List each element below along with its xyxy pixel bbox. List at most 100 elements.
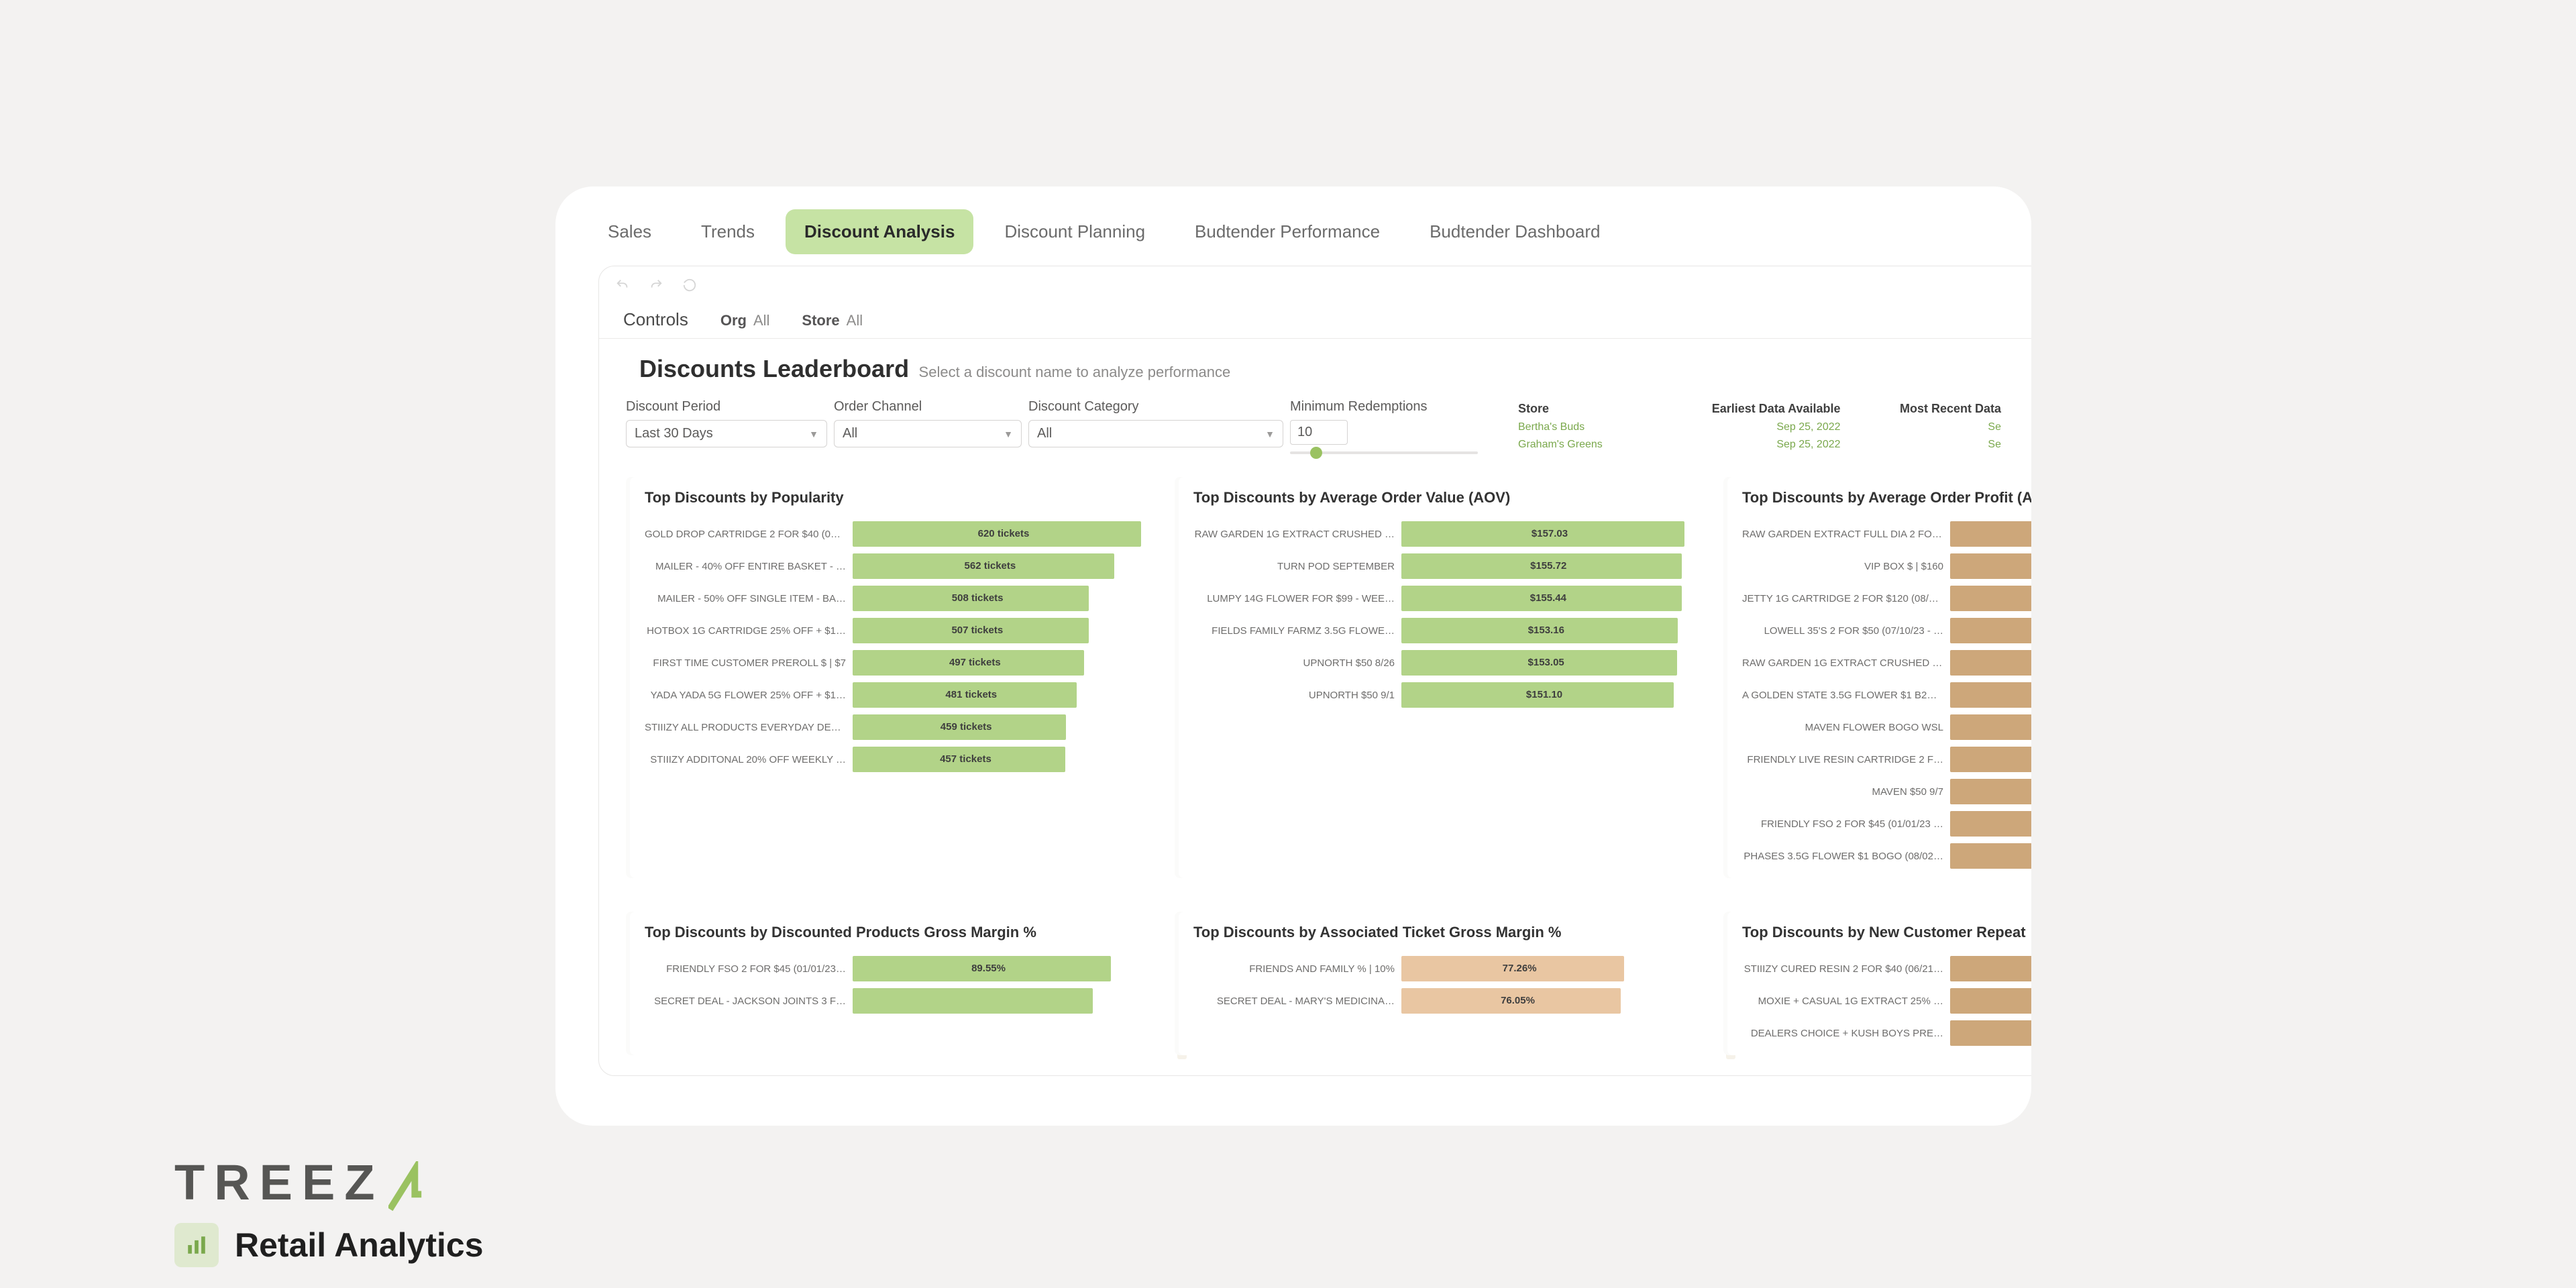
- redo-icon[interactable]: [649, 278, 663, 292]
- bar-value: 497 tickets: [859, 650, 1091, 676]
- bar-label: DEALERS CHOICE + KUSH BOYS PRE…: [1742, 1028, 1950, 1039]
- bar-value: $155.72: [1408, 553, 1688, 579]
- chart-bar-row[interactable]: YADA YADA 5G FLOWER 25% OFF + $1… 481 tic…: [645, 682, 1159, 708]
- filter-period-select[interactable]: Last 30 Days ▼: [626, 420, 827, 447]
- bar-value: $65.3: [1957, 779, 2031, 804]
- bar-label: FIRST TIME CUSTOMER PREROLL $ | $7: [645, 657, 853, 669]
- control-store[interactable]: Store All: [802, 312, 863, 329]
- control-store-key: Store: [802, 312, 839, 329]
- chart-bar-row[interactable]: UPNORTH $50 9/1$151.10: [1193, 682, 1707, 708]
- chart-bar-row[interactable]: PHASES 3.5G FLOWER $1 BOGO (08/02…$63.5: [1742, 843, 2031, 869]
- chart-title: Top Discounts by Average Order Value (AO…: [1193, 489, 1707, 506]
- bar-wrap: $66.0: [1950, 747, 2031, 772]
- filter-period: Discount Period Last 30 Days ▼: [626, 399, 827, 447]
- bar-label: LUMPY 14G FLOWER FOR $99 - WEE…: [1193, 593, 1401, 604]
- chart-bar-row[interactable]: MAVEN $50 9/7$65.3: [1742, 779, 2031, 804]
- bar-wrap: [1950, 988, 2031, 1014]
- bar-wrap: 76.05%: [1401, 988, 1707, 1014]
- bar-wrap: 457 tickets: [853, 747, 1159, 772]
- chart-bar-row[interactable]: UPNORTH $50 8/26$153.05: [1193, 650, 1707, 676]
- tab-trends[interactable]: Trends: [682, 209, 773, 254]
- filter-category-label: Discount Category: [1028, 399, 1283, 415]
- chart-bar-row[interactable]: STIIIZY ALL PRODUCTS EVERYDAY DEA…459 ti…: [645, 714, 1159, 740]
- table-row: Bertha's BudsSep 25, 2022Se: [1511, 419, 2008, 436]
- control-org[interactable]: Org All: [720, 312, 770, 329]
- avail-col-recent: Most Recent Data: [1847, 399, 2008, 419]
- bar-label: UPNORTH $50 8/26: [1193, 657, 1401, 669]
- chart-bar-row[interactable]: MAILER - 50% OFF SINGLE ITEM - BA…508 ti…: [645, 586, 1159, 611]
- chart-bar-row[interactable]: JETTY 1G CARTRIDGE 2 FOR $120 (08/16/23 …: [1742, 586, 2031, 611]
- controls-bar: Controls Org All Store All: [599, 296, 2031, 339]
- bar-label: SECRET DEAL - JACKSON JOINTS 3 F…: [645, 996, 853, 1007]
- bar-wrap: $: [1950, 586, 2031, 611]
- bar-wrap: [853, 988, 1159, 1014]
- bar-wrap: $63.9: [1950, 811, 2031, 837]
- tab-discount-planning[interactable]: Discount Planning: [985, 209, 1164, 254]
- chart-bar-row[interactable]: SECRET DEAL - JACKSON JOINTS 3 F…: [645, 988, 1159, 1014]
- bar-value: $69: [1957, 682, 2031, 708]
- bar-wrap: [1950, 956, 2031, 981]
- bar-value: $155.44: [1408, 586, 1688, 611]
- filter-category-select[interactable]: All ▼: [1028, 420, 1283, 447]
- undo-icon[interactable]: [615, 278, 630, 292]
- bar-label: A GOLDEN STATE 3.5G FLOWER $1 B2G…: [1742, 690, 1950, 701]
- chart-panel-dgm: Top Discounts by Discounted Products Gro…: [630, 912, 1173, 1055]
- tab-sales[interactable]: Sales: [589, 209, 670, 254]
- chart-bar-row[interactable]: FRIENDLY FSO 2 FOR $45 (01/01/23…89.55%: [645, 956, 1159, 981]
- chart-bar-row[interactable]: SECRET DEAL - MARY'S MEDICINA…76.05%: [1193, 988, 1707, 1014]
- chart-bar-row[interactable]: STIIIZY ADDITONAL 20% OFF WEEKLY … 457 ti…: [645, 747, 1159, 772]
- bar-wrap: $63.5: [1950, 843, 2031, 869]
- chart-bar-row[interactable]: GOLD DROP CARTRIDGE 2 FOR $40 (01…620 ti…: [645, 521, 1159, 547]
- refresh-icon[interactable]: [682, 278, 697, 292]
- chart-bar-row[interactable]: HOTBOX 1G CARTRIDGE 25% OFF + $1…507 tic…: [645, 618, 1159, 643]
- chart-bar-row[interactable]: FIRST TIME CUSTOMER PREROLL $ | $7 497 ti…: [645, 650, 1159, 676]
- chart-bar-row[interactable]: RAW GARDEN 1G EXTRACT CRUSHED DIA…$71.: [1742, 650, 2031, 676]
- bar-label: YADA YADA 5G FLOWER 25% OFF + $1…: [645, 690, 853, 701]
- chart-bar-row[interactable]: LUMPY 14G FLOWER FOR $99 - WEE… $155.44: [1193, 586, 1707, 611]
- chart-panel-aov: Top Discounts by Average Order Value (AO…: [1179, 477, 1722, 878]
- chart-bar-row[interactable]: FRIENDLY FSO 2 FOR $45 (01/01/23 …$63.9: [1742, 811, 2031, 837]
- chart-bar-row[interactable]: TURN POD SEPTEMBER$155.72: [1193, 553, 1707, 579]
- tab-discount-analysis[interactable]: Discount Analysis: [786, 209, 973, 254]
- bar-label: STIIIZY ADDITONAL 20% OFF WEEKLY …: [645, 754, 853, 765]
- chart-bar-row[interactable]: LOWELL 35'S 2 FOR $50 (07/10/23 - …$: [1742, 618, 2031, 643]
- bar-wrap: $153.05: [1401, 650, 1707, 676]
- chart-title: Top Discounts by Popularity: [645, 489, 1159, 506]
- chart-bar-row[interactable]: FIELDS FAMILY FARMZ 3.5G FLOWE…$153.16: [1193, 618, 1707, 643]
- chart-bars: FRIENDLY FSO 2 FOR $45 (01/01/23…89.55% S…: [645, 956, 1159, 1014]
- filter-period-value: Last 30 Days: [635, 426, 713, 441]
- tab-budtender-dashboard[interactable]: Budtender Dashboard: [1411, 209, 1619, 254]
- control-org-key: Org: [720, 312, 747, 329]
- dashboard-frame: Controls Org All Store All Discounts Lea…: [598, 266, 2031, 1076]
- filter-channel-select[interactable]: All ▼: [834, 420, 1022, 447]
- chart-bar-row[interactable]: DEALERS CHOICE + KUSH BOYS PRE…: [1742, 1020, 2031, 1046]
- bar-wrap: $69: [1950, 682, 2031, 708]
- minred-input[interactable]: 10: [1290, 420, 1348, 445]
- filter-channel: Order Channel All ▼: [834, 399, 1022, 447]
- bar-wrap: 89.55%: [853, 956, 1159, 981]
- bar-wrap: $155.72: [1401, 553, 1707, 579]
- minred-slider[interactable]: [1290, 451, 1478, 454]
- analytics-icon: [174, 1223, 219, 1267]
- bar-label: FRIENDLY FSO 2 FOR $45 (01/01/23 …: [1742, 818, 1950, 830]
- slider-knob[interactable]: [1310, 447, 1322, 459]
- chart-bar-row[interactable]: RAW GARDEN 1G EXTRACT CRUSHED …$157.03: [1193, 521, 1707, 547]
- bar-value: 457 tickets: [859, 747, 1072, 772]
- avail-recent: Se: [1847, 436, 2008, 453]
- bar-value: $: [1957, 586, 2031, 611]
- chart-bar-row[interactable]: MAILER - 40% OFF ENTIRE BASKET - …562 ti…: [645, 553, 1159, 579]
- chart-bar-row[interactable]: A GOLDEN STATE 3.5G FLOWER $1 B2G… $69: [1742, 682, 2031, 708]
- brand-product-name: Retail Analytics: [235, 1226, 484, 1265]
- control-store-value: All: [847, 312, 863, 329]
- chart-bar-row[interactable]: MAVEN FLOWER BOGO WSL$67.3: [1742, 714, 2031, 740]
- chart-title: Top Discounts by Average Order Profit (A…: [1742, 489, 2031, 506]
- bar-value: $67.3: [1957, 714, 2031, 740]
- chart-bar-row[interactable]: FRIENDLY LIVE RESIN CARTRIDGE 2 F…$66.0: [1742, 747, 2031, 772]
- chart-bar-row[interactable]: VIP BOX $ | $160$: [1742, 553, 2031, 579]
- chart-bar-row[interactable]: MOXIE + CASUAL 1G EXTRACT 25% …: [1742, 988, 2031, 1014]
- tab-budtender-performance[interactable]: Budtender Performance: [1176, 209, 1399, 254]
- chart-bar-row[interactable]: FRIENDS AND FAMILY % | 10%77.26%: [1193, 956, 1707, 981]
- chart-bar-row[interactable]: RAW GARDEN EXTRACT FULL DIA 2 FOR…$: [1742, 521, 2031, 547]
- chart-bar-row[interactable]: STIIIZY CURED RESIN 2 FOR $40 (06/21…: [1742, 956, 2031, 981]
- bar-value: 481 tickets: [859, 682, 1083, 708]
